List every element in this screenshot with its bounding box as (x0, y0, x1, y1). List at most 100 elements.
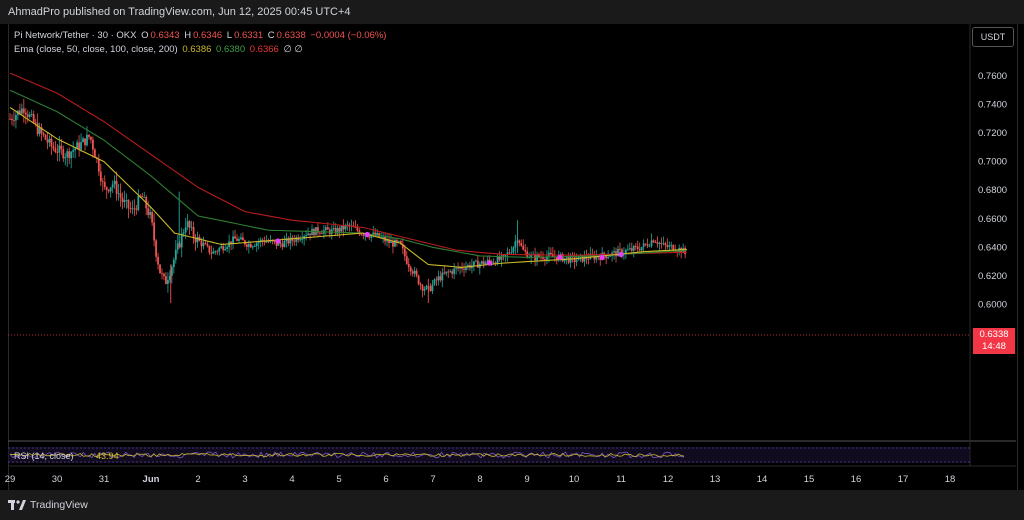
candle-body (299, 239, 302, 241)
candle-body (660, 242, 663, 244)
ema200-value: 0.6366 (249, 44, 279, 55)
candle-body (636, 246, 639, 250)
x-tick-label: 31 (99, 474, 110, 485)
candle-body (662, 243, 665, 245)
candle-body (652, 240, 655, 243)
y-tick-label: 0.7200 (978, 128, 1007, 139)
candle-body (24, 112, 27, 115)
ema-lines (9, 72, 687, 268)
candle-body (238, 239, 240, 241)
x-tick-label: 18 (945, 474, 956, 485)
candle-body (58, 145, 61, 153)
candle-body (204, 243, 207, 245)
candle-body (82, 138, 84, 143)
y-axis-ticks: 0.7600 0.7400 0.7200 0.7000 0.6800 0.6600 0.64… (978, 71, 1007, 311)
candle-body (127, 199, 130, 209)
ema-legend: Ema (close, 50, close, 100, close, 200) … (14, 44, 305, 55)
candle-body (668, 245, 671, 247)
y-tick-label: 0.7000 (978, 157, 1007, 168)
candle-body (397, 241, 400, 242)
candle-body (218, 248, 221, 252)
candle-body (480, 261, 483, 264)
candle-body (382, 236, 384, 238)
candle-body (431, 284, 434, 291)
y-tick-label: 0.6600 (978, 214, 1007, 225)
rsi-legend: RSI (14, close) 43.94 (14, 451, 119, 461)
candle-body (544, 259, 546, 260)
candle-body (423, 289, 426, 291)
candle-body (226, 247, 229, 250)
candle-body (522, 245, 525, 250)
candle-body (151, 212, 154, 223)
candle-body (670, 245, 673, 246)
candle-body (273, 241, 276, 242)
candle-body (153, 222, 156, 241)
candle-body (97, 158, 100, 172)
candle-body (567, 257, 570, 263)
candle-body (512, 247, 515, 253)
candle-body (242, 237, 244, 241)
x-tick-label: 8 (477, 474, 482, 485)
candle-body (632, 245, 635, 251)
candle-body (650, 240, 653, 246)
candle-body (11, 118, 13, 121)
tradingview-logo[interactable]: TradingView (8, 499, 88, 511)
candle-body (163, 273, 165, 277)
candle-body (626, 249, 629, 251)
candle-body (50, 138, 53, 147)
candle-body (504, 255, 507, 256)
candle-body (176, 243, 179, 250)
candle-body (463, 268, 465, 270)
candle-body (167, 279, 169, 285)
candle-body (78, 142, 80, 150)
candle-body (281, 243, 284, 247)
ema200-line (9, 72, 687, 256)
candle-body (249, 243, 252, 248)
candle-body (131, 208, 134, 210)
candle-body (200, 240, 203, 247)
candle-body (518, 240, 521, 244)
low-value: 0.6331 (234, 30, 264, 41)
candle-body (20, 108, 23, 114)
candle-body (62, 149, 65, 159)
x-tick-label: 29 (5, 474, 16, 485)
candle-body (656, 242, 659, 244)
y-tick-label: 0.6400 (978, 242, 1007, 253)
y-tick-label: 0.7400 (978, 100, 1007, 111)
candle-body (161, 273, 163, 274)
candle-body (141, 196, 144, 198)
candle-body (492, 262, 495, 264)
candle-body (340, 225, 343, 232)
candle-body (64, 157, 67, 159)
candle-body (186, 221, 189, 228)
change-value: −0.0004 (−0.06%) (310, 30, 387, 41)
candle-body (88, 134, 90, 137)
price-chart[interactable]: 0.7600 0.7400 0.7200 0.7000 0.6800 0.6600 0.64… (0, 0, 1024, 490)
candle-body (319, 232, 321, 234)
candle-body (293, 240, 296, 242)
candle-body (107, 189, 110, 192)
y-tick-label: 0.7600 (978, 71, 1007, 82)
tradingview-logo-icon (8, 500, 26, 510)
candle-body (93, 149, 96, 158)
candle-body (324, 227, 327, 231)
y-tick-label: 0.6200 (978, 271, 1007, 282)
high-value: 0.6346 (193, 30, 223, 41)
candle-body (575, 260, 578, 263)
candle-body (496, 256, 499, 265)
candle-body (99, 171, 102, 182)
candle-body (520, 243, 523, 246)
close-label: C (267, 30, 275, 41)
candle-body (240, 237, 242, 240)
candle-body (182, 232, 185, 234)
currency-button[interactable]: USDT (972, 27, 1014, 47)
candle-body (202, 243, 205, 247)
candle-body (265, 241, 268, 243)
candle-body (157, 256, 159, 265)
candle-body (514, 241, 517, 248)
low-label: L (226, 30, 233, 41)
candle-body (447, 271, 450, 273)
candle-body (245, 244, 248, 247)
candle-body (449, 271, 452, 273)
candle-body (417, 275, 420, 285)
